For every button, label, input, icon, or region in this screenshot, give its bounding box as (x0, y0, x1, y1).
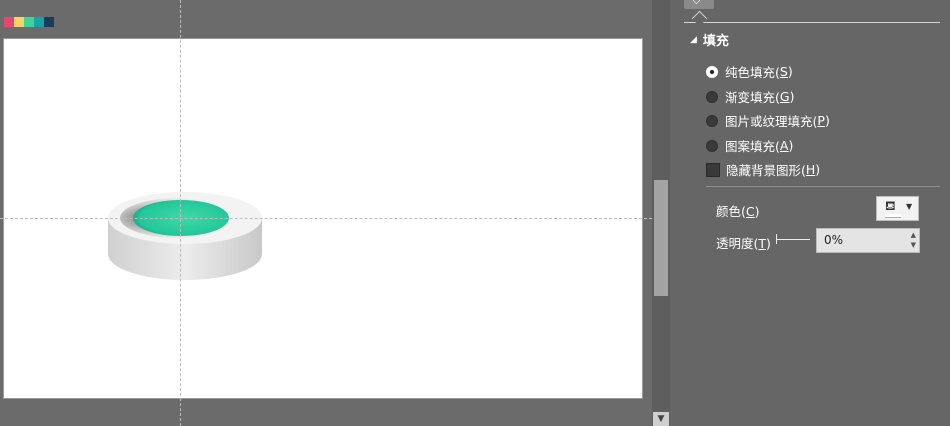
solid-fill-option[interactable]: 纯色填充(S) (706, 62, 793, 81)
slide-editor (0, 0, 652, 426)
pattern-fill-option[interactable]: 图案填充(A) (706, 136, 793, 155)
swatch-green[interactable] (24, 17, 34, 27)
transparency-slider[interactable] (776, 239, 810, 240)
gradient-fill-option[interactable]: 渐变填充(G) (706, 87, 794, 106)
color-swatches (4, 17, 54, 27)
hide-background-checkbox[interactable] (706, 162, 720, 177)
fill-tab[interactable]: ◇ (684, 0, 714, 9)
radio-gradient-fill[interactable] (706, 90, 718, 103)
picture-fill-option[interactable]: 图片或纹理填充(P) (706, 111, 830, 130)
swatch-navy[interactable] (44, 17, 54, 27)
fill-bucket-icon: ◇ (693, 0, 700, 6)
vertical-guide[interactable] (180, 0, 181, 426)
transparency-input[interactable]: 0% ▲ ▼ (816, 228, 920, 253)
transparency-label: 透明度(T) (716, 236, 771, 251)
radio-picture-fill[interactable] (706, 114, 718, 127)
fill-section-header[interactable]: ◢ 填充 (690, 30, 729, 49)
scroll-down-icon[interactable]: ▼ (653, 412, 669, 426)
hide-background-option[interactable]: 隐藏背景图形(H) (706, 160, 820, 179)
chevron-down-icon: ▼ (906, 202, 913, 211)
swatch-pink[interactable] (4, 17, 14, 27)
current-color-bar (885, 214, 901, 218)
radio-solid-fill[interactable] (706, 65, 718, 78)
radio-pattern-fill[interactable] (706, 139, 718, 152)
fill-color-picker[interactable]: ⛾ ▼ (876, 196, 919, 221)
scroll-thumb[interactable] (654, 180, 668, 296)
collapse-triangle-icon: ◢ (690, 34, 697, 45)
spin-up-icon[interactable]: ▲ (911, 231, 916, 239)
spin-down-icon[interactable]: ▼ (911, 241, 916, 249)
panel-divider (684, 22, 940, 23)
section-separator (706, 186, 940, 187)
section-title: 填充 (702, 34, 729, 49)
horizontal-guide[interactable] (0, 218, 652, 219)
cylinder-shape[interactable] (100, 180, 270, 290)
swatch-teal[interactable] (34, 17, 44, 27)
tab-notch (691, 10, 708, 27)
swatch-yellow[interactable] (14, 17, 24, 27)
vertical-scrollbar[interactable]: ▼ (652, 0, 670, 426)
format-panel: ◇ ◢ 填充 纯色填充(S) 渐变填充(G) 图片或纹理填充(P) 图案填充(A… (670, 0, 950, 426)
color-label: 颜色(C) (716, 204, 760, 219)
